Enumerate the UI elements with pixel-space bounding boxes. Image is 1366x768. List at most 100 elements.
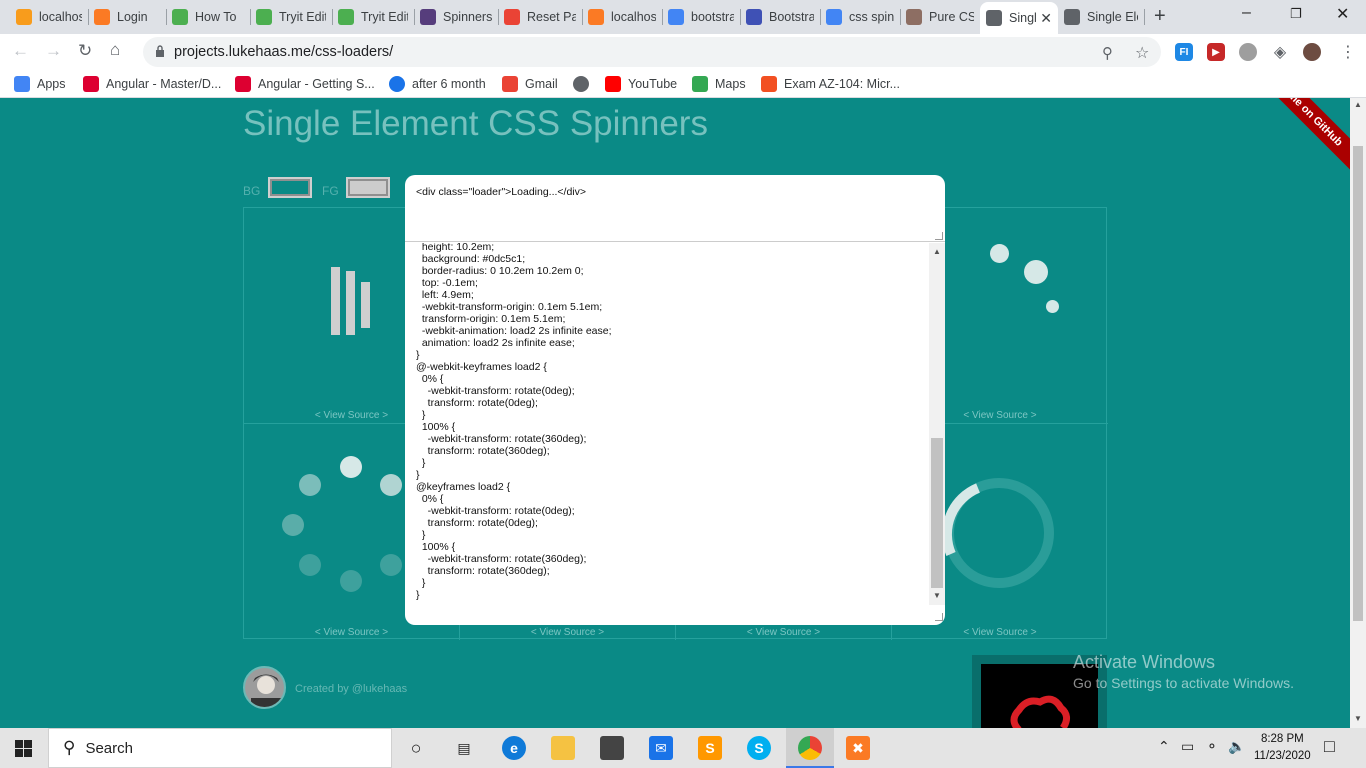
bookmark-label: Maps [715,77,746,91]
close-window-icon[interactable]: ✕ [1336,4,1349,24]
bookmark-label: Angular - Getting S... [258,77,375,91]
tab-5[interactable]: Spinners [414,4,498,30]
extensions-puzzle-icon[interactable]: ◈ [1271,43,1289,61]
apps-grid-icon [14,76,30,92]
bg-color-picker[interactable] [268,177,312,198]
tab-12[interactable]: Single✕ [980,2,1058,34]
bookmark-item[interactable] [573,76,596,92]
lock-icon [156,45,164,57]
browser-toolbar: ← → ↻ ⌂ projects.lukehaas.me/css-loaders… [0,34,1366,70]
angular-icon [235,76,251,92]
address-bar[interactable]: projects.lukehaas.me/css-loaders/ ⚲ ☆ [143,37,1161,67]
task-view-icon[interactable]: ▤ [452,736,476,760]
bookmark-label: Apps [37,77,66,91]
tab-title: Single Element [1087,10,1138,24]
tray-chevron-icon[interactable]: ⌃ [1158,738,1170,755]
bookmark-item[interactable]: Angular - Getting S... [235,76,375,92]
restore-icon[interactable]: ❐ [1290,6,1302,22]
url-text: projects.lukehaas.me/css-loaders/ [174,44,394,60]
menu-icon[interactable]: ⋮ [1340,42,1356,62]
skype-icon[interactable]: S [747,736,771,760]
home-icon[interactable]: ⌂ [110,40,120,60]
search-icon: ⚲ [63,738,76,757]
fg-color-picker[interactable] [346,177,390,198]
tab-3[interactable]: Tryit Editor [250,4,332,30]
notifications-icon[interactable]: □ [1324,736,1335,757]
author-avatar[interactable] [243,666,286,709]
chrome-taskbar-item[interactable] [786,728,834,768]
resize-grip-icon[interactable] [935,613,943,621]
view-source-link[interactable]: < View Source > [892,627,1108,638]
zoom-icon[interactable]: ⚲ [1102,44,1113,62]
bookmark-item[interactable]: Angular - Master/D... [83,76,221,92]
tab-title: localhost [611,10,656,24]
tab-title: localhost [39,10,82,24]
tab-4[interactable]: Tryit Editor [332,4,414,30]
minimize-icon[interactable]: – [1242,4,1251,22]
css-source-textarea[interactable]: height: 10.2em; background: #0dc5c1; bor… [405,243,929,623]
gmail-icon [504,9,520,25]
view-source-link[interactable]: < View Source > [244,627,459,638]
bootstrap-icon [420,9,436,25]
file-explorer-icon[interactable] [551,736,575,760]
tab-10[interactable]: css spinner [820,4,900,30]
bookmark-item[interactable]: Gmail [502,76,558,92]
tab-9[interactable]: Bootstrap [740,4,820,30]
profile-avatar[interactable] [1303,43,1321,61]
xampp-icon [588,9,604,25]
tab-8[interactable]: bootstrap [662,4,740,30]
forward-icon[interactable]: → [45,41,62,61]
author-credit[interactable]: Created by @lukehaas [295,683,407,695]
page-scrollbar[interactable]: ▲ ▼ [1350,98,1366,728]
activate-windows-watermark: Activate Windows Go to Settings to activ… [1073,652,1294,691]
bookmark-item[interactable]: Apps [14,76,66,92]
extension-fi-icon[interactable]: FI [1175,43,1193,61]
windows-start-icon[interactable] [15,740,32,757]
google-icon [668,9,684,25]
tab-6[interactable]: Reset Password [498,4,582,30]
bookmark-item[interactable]: Exam AZ-104: Micr... [761,76,900,92]
spinner-dot [990,244,1009,263]
store-icon[interactable] [600,736,624,760]
bookmark-item[interactable]: Maps [692,76,746,92]
xampp-icon[interactable]: ✖ [846,736,870,760]
search-label: Search [85,739,133,757]
tab-title: css spinner [849,10,894,24]
new-tab-button[interactable]: + [1154,5,1166,28]
html-source-textarea[interactable]: <div class="loader">Loading...</div> [405,175,945,242]
cortana-icon[interactable]: ○ [404,736,428,760]
fg-label: FG [322,184,339,198]
tab-title: Tryit Editor [279,10,326,24]
back-icon[interactable]: ← [12,41,29,61]
tab-0[interactable]: localhost [10,4,88,30]
view-source-link[interactable]: < View Source > [676,627,891,638]
taskbar-search[interactable]: ⚲ Search [48,728,392,768]
tab-13[interactable]: Single Element [1058,4,1144,30]
angular-icon [83,76,99,92]
css-scrollbar[interactable]: ▲ ▼ [929,243,945,605]
codepen-icon [906,9,922,25]
tab-2[interactable]: How To [166,4,250,30]
sublime-icon[interactable]: S [698,736,722,760]
tab-11[interactable]: Pure CSS [900,4,980,30]
bookmark-item[interactable]: YouTube [605,76,677,92]
close-tab-icon[interactable]: ✕ [1036,10,1052,27]
battery-icon[interactable]: ▭ [1181,738,1194,755]
edge-icon[interactable]: e [502,736,526,760]
bookmark-item[interactable]: after 6 month [389,76,486,92]
reload-icon[interactable]: ↻ [78,41,92,61]
tab-1[interactable]: Login [88,4,166,30]
wifi-icon[interactable]: ⚬ [1206,738,1218,755]
system-clock[interactable]: 8:28 PM 11/23/2020 [1254,731,1311,765]
xampp-icon [94,9,110,25]
resize-grip-icon[interactable] [935,232,943,240]
view-source-link[interactable]: < View Source > [460,627,675,638]
google-icon [826,9,842,25]
globe-icon [986,10,1002,26]
mail-icon[interactable]: ✉ [649,736,673,760]
tab-7[interactable]: localhost [582,4,662,30]
extension-globe-icon[interactable] [1239,43,1257,61]
extension-red-icon[interactable]: ▶ [1207,43,1225,61]
bookmark-star-icon[interactable]: ☆ [1135,43,1149,63]
volume-icon[interactable]: 🔈 [1228,738,1245,755]
